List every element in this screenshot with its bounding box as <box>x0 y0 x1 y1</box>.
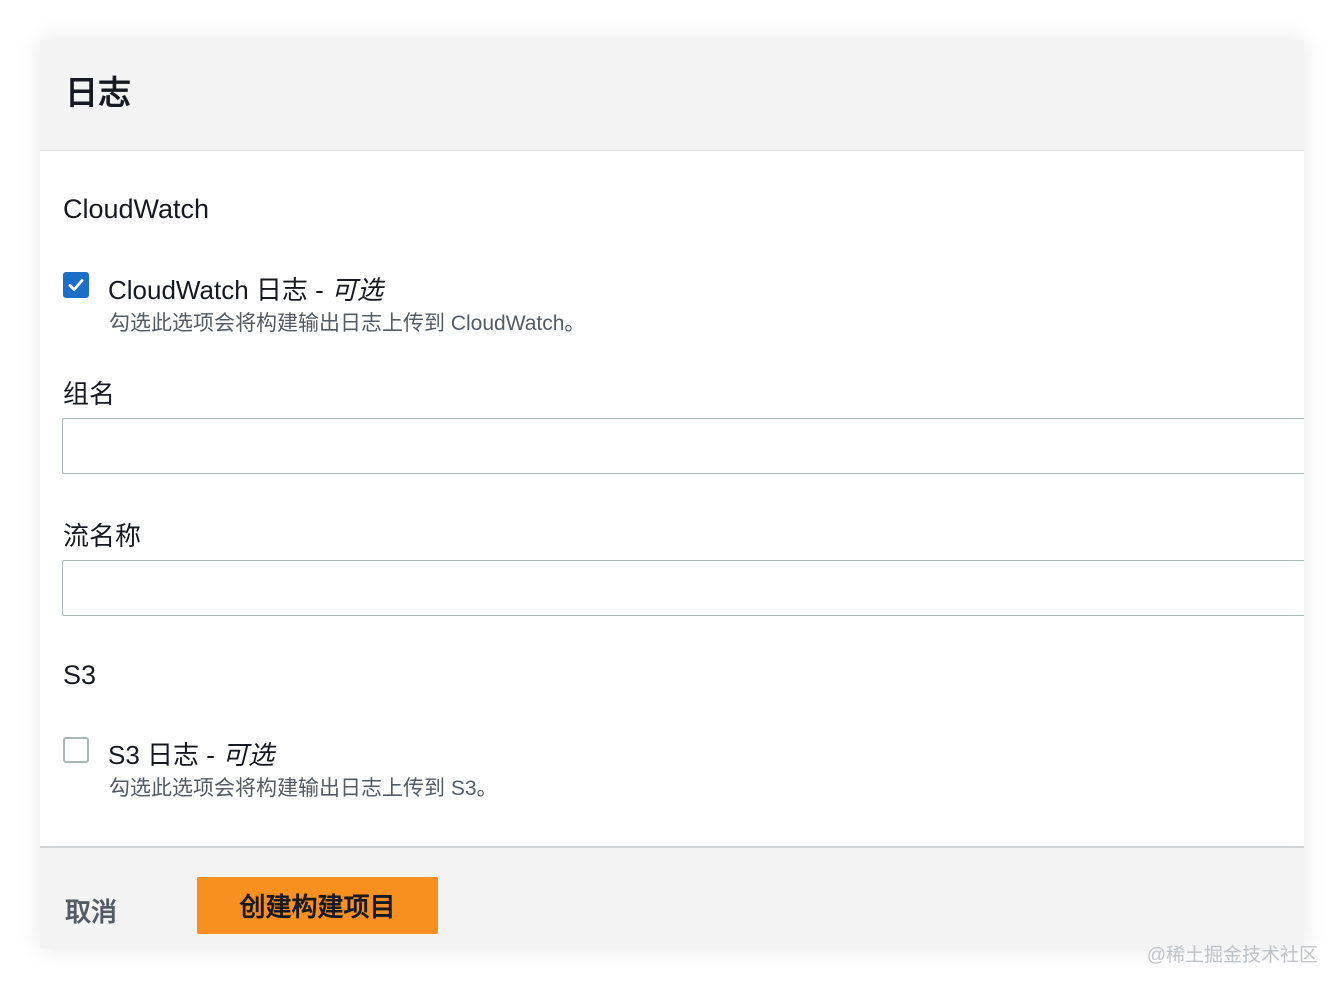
s3-logs-description: 勾选此选项会将构建输出日志上传到 S3。 <box>109 777 498 800</box>
s3-logs-checkbox[interactable] <box>63 737 89 763</box>
panel-title: 日志 <box>65 74 131 111</box>
group-name-input[interactable] <box>62 418 1304 474</box>
stream-name-label: 流名称 <box>63 521 142 551</box>
s3-logs-label-text: S3 日志 - <box>108 740 223 770</box>
s3-section-title: S3 <box>63 660 97 690</box>
panel-header: 日志 <box>40 40 1304 151</box>
stream-name-input[interactable] <box>62 560 1304 616</box>
optional-tag: 可选 <box>330 275 383 305</box>
panel-footer: 取消 创建构建项目 <box>40 846 1304 948</box>
create-build-project-button[interactable]: 创建构建项目 <box>197 877 438 934</box>
cloudwatch-logs-label-text: CloudWatch 日志 - <box>108 275 331 305</box>
logs-panel: 日志 CloudWatch CloudWatch 日志 - 可选 勾选此选项会将… <box>40 40 1304 948</box>
s3-logs-label[interactable]: S3 日志 - 可选 <box>108 735 274 772</box>
optional-tag: 可选 <box>222 740 275 770</box>
group-name-label: 组名 <box>63 379 116 409</box>
cloudwatch-logs-checkbox[interactable] <box>63 272 89 298</box>
cancel-button[interactable]: 取消 <box>65 892 117 929</box>
watermark: @稀土掘金技术社区 <box>1146 945 1318 966</box>
checkmark-icon <box>68 279 84 291</box>
cloudwatch-logs-label[interactable]: CloudWatch 日志 - 可选 <box>108 270 383 307</box>
cloudwatch-section-title: CloudWatch <box>63 194 210 224</box>
cloudwatch-logs-description: 勾选此选项会将构建输出日志上传到 CloudWatch。 <box>109 312 586 335</box>
